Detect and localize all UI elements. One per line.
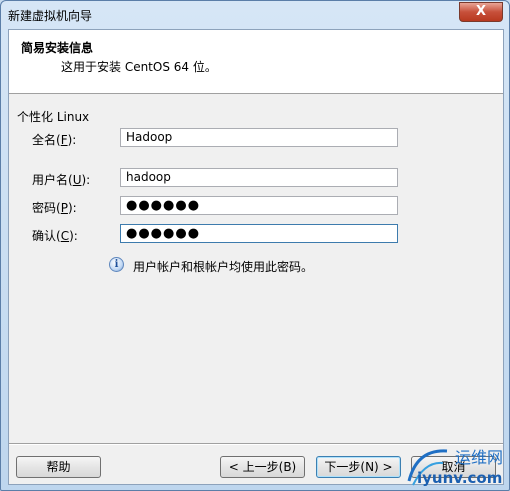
password-input[interactable]: ●●●●●● — [120, 196, 398, 215]
fullname-input[interactable]: Hadoop — [120, 128, 398, 147]
section-label: 个性化 Linux — [17, 110, 90, 124]
watermark-domain: iyunv.com — [417, 469, 502, 487]
watermark-logo: 运维网 iyunv.com — [407, 448, 503, 487]
window-title: 新建虚拟机向导 — [8, 9, 93, 23]
confirm-label: 确认(C): — [32, 229, 78, 243]
close-button[interactable]: X — [459, 2, 503, 22]
back-button[interactable]: < 上一步(B) — [220, 456, 305, 478]
info-text: 用户帐户和根帐户均使用此密码。 — [133, 260, 314, 274]
dialog-client: 简易安装信息 这用于安装 CentOS 64 位。 个性化 Linux 全名(F… — [8, 29, 504, 485]
confirm-password-input[interactable]: ●●●●●● — [120, 224, 398, 243]
watermark-brand: 运维网 — [455, 448, 503, 467]
wizard-window: 新建虚拟机向导 X 简易安装信息 这用于安装 CentOS 64 位。 个性化 … — [0, 0, 510, 491]
info-icon: i — [109, 257, 124, 272]
page-title: 简易安装信息 — [21, 41, 94, 55]
username-label: 用户名(U): — [32, 173, 91, 187]
title-bar: 新建虚拟机向导 X — [1, 1, 509, 29]
fullname-label: 全名(F): — [32, 133, 77, 147]
password-label: 密码(P): — [32, 201, 77, 215]
wizard-header: 简易安装信息 这用于安装 CentOS 64 位。 — [9, 30, 503, 94]
next-button[interactable]: 下一步(N) > — [316, 456, 401, 478]
help-button[interactable]: 帮助 — [16, 456, 101, 478]
page-subtitle: 这用于安装 CentOS 64 位。 — [61, 60, 217, 74]
username-input[interactable]: hadoop — [120, 168, 398, 187]
